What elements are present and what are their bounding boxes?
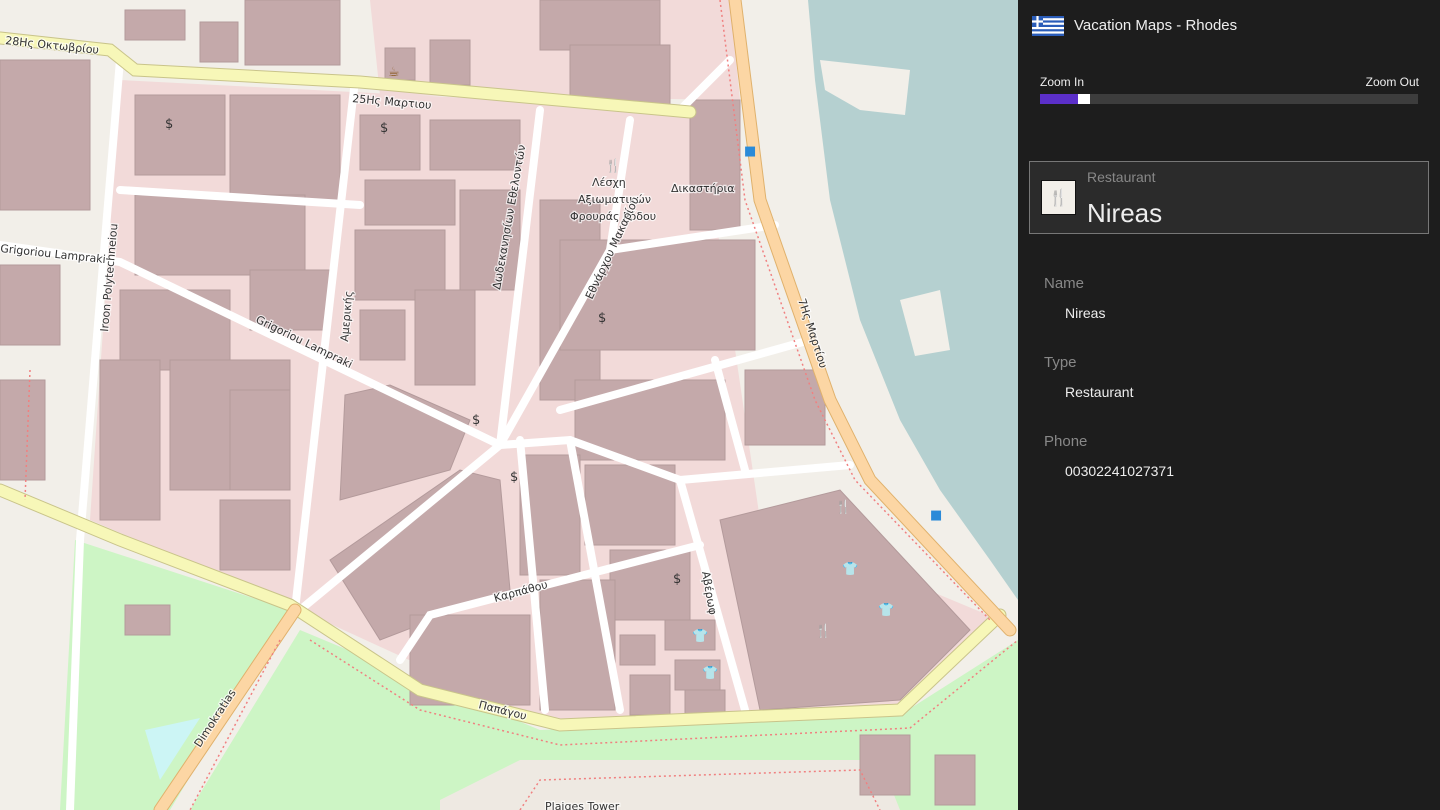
bank-icon[interactable]: $ <box>673 572 681 587</box>
clothes-shop-icon[interactable]: 👕 <box>878 603 894 618</box>
place-name: Nireas <box>1087 198 1163 228</box>
detail-label: Name <box>1044 275 1085 292</box>
poi-label: Λέσχη <box>592 176 626 189</box>
bank-icon[interactable]: $ <box>165 117 173 132</box>
map-view[interactable]: 🍴 🍴 👕 👕 👕 👕 $ $ $ $ $ $ ■ ■ 🍴 ☕ 28Ης Οκτ… <box>0 0 1018 810</box>
poi-label: Αξιωματικών <box>578 193 651 206</box>
street-label: Grigoriou Lampraki <box>0 242 106 266</box>
place-category: Restaurant <box>1087 169 1156 185</box>
clothes-shop-icon[interactable]: 👕 <box>842 562 858 577</box>
selected-place-card[interactable]: 🍴 Restaurant Nireas <box>1029 161 1429 234</box>
detail-value: Restaurant <box>1065 384 1134 400</box>
restaurant-icon: 🍴 <box>1041 180 1076 215</box>
zoom-slider-thumb[interactable] <box>1078 94 1090 104</box>
restaurant-icon[interactable]: 🍴 <box>605 158 621 174</box>
cafe-icon[interactable]: ☕ <box>388 65 400 80</box>
side-panel: Vacation Maps - Rhodes Zoom In Zoom Out … <box>1018 0 1440 810</box>
clothes-shop-icon[interactable]: 👕 <box>702 666 718 681</box>
zoom-out-label[interactable]: Zoom Out <box>1366 75 1419 89</box>
detail-label: Type <box>1044 354 1077 371</box>
zoom-slider[interactable] <box>1040 94 1418 104</box>
poi-label: Φρουράς Ρόδου <box>570 210 656 223</box>
zoom-slider-fill <box>1040 94 1078 104</box>
bank-icon[interactable]: $ <box>472 413 480 428</box>
bus-stop-icon[interactable]: ■ <box>744 144 756 159</box>
app-title: Vacation Maps - Rhodes <box>1074 17 1238 34</box>
clothes-shop-icon[interactable]: 👕 <box>692 629 708 644</box>
detail-value: Nireas <box>1065 305 1106 321</box>
poi-label: Δικαστήρια <box>671 182 735 195</box>
detail-label: Phone <box>1044 433 1088 450</box>
restaurant-icon[interactable]: 🍴 <box>835 499 851 515</box>
poi-label: Plaiges Tower <box>545 800 620 810</box>
bank-icon[interactable]: $ <box>510 470 518 485</box>
detail-value[interactable]: 00302241027371 <box>1065 463 1174 479</box>
restaurant-icon[interactable]: 🍴 <box>815 623 831 639</box>
bank-icon[interactable]: $ <box>380 121 388 136</box>
greece-flag-icon <box>1032 16 1064 36</box>
bank-icon[interactable]: $ <box>598 311 606 326</box>
bus-stop-icon[interactable]: ■ <box>930 508 942 523</box>
plaza <box>440 760 900 810</box>
zoom-in-label[interactable]: Zoom In <box>1040 75 1084 89</box>
